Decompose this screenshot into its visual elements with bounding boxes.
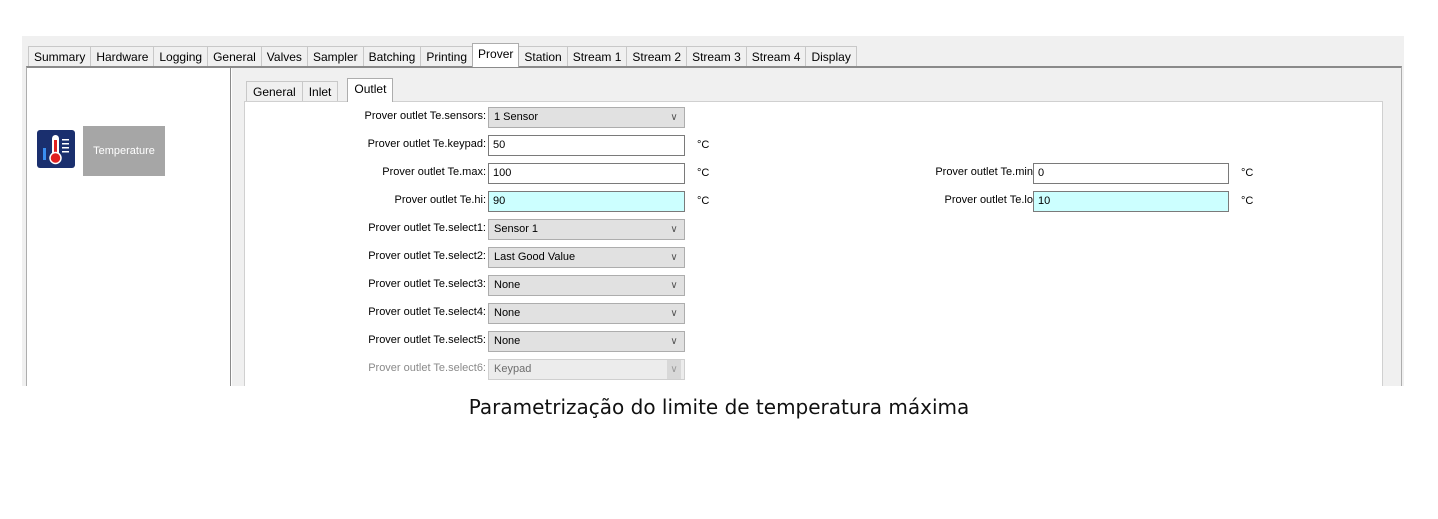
select4-dropdown[interactable]: None ∨ xyxy=(488,303,685,324)
select6-label: Prover outlet Te.select6: xyxy=(368,362,486,374)
hi-input[interactable]: 90 xyxy=(488,191,685,212)
subtab-inlet[interactable]: Inlet xyxy=(301,81,339,102)
tab-station[interactable]: Station xyxy=(518,46,568,67)
hi-label: Prover outlet Te.hi: xyxy=(394,194,486,206)
select4-label: Prover outlet Te.select4: xyxy=(368,306,486,318)
lo-label: Prover outlet Te.lo: xyxy=(944,194,1036,206)
tab-display[interactable]: Display xyxy=(805,46,857,67)
chevron-down-icon: ∨ xyxy=(667,360,681,379)
tab-logging[interactable]: Logging xyxy=(153,46,209,67)
application-window: Summary Hardware Logging General Valves … xyxy=(22,36,1404,386)
select1-value: Sensor 1 xyxy=(494,223,539,235)
select1-label: Prover outlet Te.select1: xyxy=(368,222,486,234)
min-unit: °C xyxy=(1241,167,1254,179)
outlet-form: Prover outlet Te.sensors: 1 Sensor ∨ Pro… xyxy=(244,101,1383,386)
tab-printing[interactable]: Printing xyxy=(420,46,474,67)
main-tab-bar: Summary Hardware Logging General Valves … xyxy=(28,43,857,67)
tab-summary[interactable]: Summary xyxy=(28,46,92,67)
select5-dropdown[interactable]: None ∨ xyxy=(488,331,685,352)
chevron-down-icon: ∨ xyxy=(670,224,678,235)
hi-unit: °C xyxy=(697,195,710,207)
select3-label: Prover outlet Te.select3: xyxy=(368,278,486,290)
sub-tab-bar: General Inlet Outlet xyxy=(246,78,394,102)
select3-dropdown[interactable]: None ∨ xyxy=(488,275,685,296)
select6-value: Keypad xyxy=(494,363,532,375)
max-label: Prover outlet Te.max: xyxy=(382,166,486,178)
keypad-input[interactable]: 50 xyxy=(488,135,685,156)
chevron-down-icon: ∨ xyxy=(670,280,678,291)
select5-value: None xyxy=(494,335,521,347)
min-label: Prover outlet Te.min: xyxy=(935,166,1036,178)
lo-unit: °C xyxy=(1241,195,1254,207)
max-unit: °C xyxy=(697,167,710,179)
chevron-down-icon: ∨ xyxy=(670,336,678,347)
temperature-tile[interactable]: Temperature xyxy=(83,126,165,176)
prover-panel: Temperature General Inlet Outlet Prover … xyxy=(26,66,1402,386)
tab-batching[interactable]: Batching xyxy=(362,46,422,67)
tab-stream-3[interactable]: Stream 3 xyxy=(686,46,747,67)
category-pane: Temperature xyxy=(27,68,231,386)
select4-value: None xyxy=(494,307,521,319)
sub-tab-area: General Inlet Outlet Prover outlet Te.se… xyxy=(232,68,1401,386)
chevron-down-icon: ∨ xyxy=(670,112,678,123)
tab-valves[interactable]: Valves xyxy=(260,46,308,67)
tab-stream-4[interactable]: Stream 4 xyxy=(745,46,807,67)
tab-stream-1[interactable]: Stream 1 xyxy=(566,46,628,67)
max-input[interactable]: 100 xyxy=(488,163,685,184)
lo-input[interactable]: 10 xyxy=(1033,191,1229,212)
chevron-down-icon: ∨ xyxy=(670,252,678,263)
chevron-down-icon: ∨ xyxy=(670,308,678,319)
figure-caption: Parametrização do limite de temperatura … xyxy=(468,395,970,419)
tab-stream-2[interactable]: Stream 2 xyxy=(626,46,688,67)
select2-dropdown[interactable]: Last Good Value ∨ xyxy=(488,247,685,268)
select2-label: Prover outlet Te.select2: xyxy=(368,250,486,262)
min-input[interactable]: 0 xyxy=(1033,163,1229,184)
keypad-label: Prover outlet Te.keypad: xyxy=(367,138,486,150)
tab-prover[interactable]: Prover xyxy=(472,43,520,67)
sensors-value: 1 Sensor xyxy=(494,111,539,123)
select6-dropdown: Keypad ∨ xyxy=(488,359,685,380)
select2-value: Last Good Value xyxy=(494,251,576,263)
tab-general[interactable]: General xyxy=(207,46,262,67)
sensors-select[interactable]: 1 Sensor ∨ xyxy=(488,107,685,128)
subtab-outlet[interactable]: Outlet xyxy=(347,78,394,102)
sensors-label: Prover outlet Te.sensors: xyxy=(364,110,486,122)
tab-sampler[interactable]: Sampler xyxy=(306,46,364,67)
thermometer-icon[interactable] xyxy=(37,130,75,168)
tab-hardware[interactable]: Hardware xyxy=(90,46,155,67)
subtab-general[interactable]: General xyxy=(246,81,303,102)
select5-label: Prover outlet Te.select5: xyxy=(368,334,486,346)
select3-value: None xyxy=(494,279,521,291)
select1-dropdown[interactable]: Sensor 1 ∨ xyxy=(488,219,685,240)
keypad-unit: °C xyxy=(697,139,710,151)
